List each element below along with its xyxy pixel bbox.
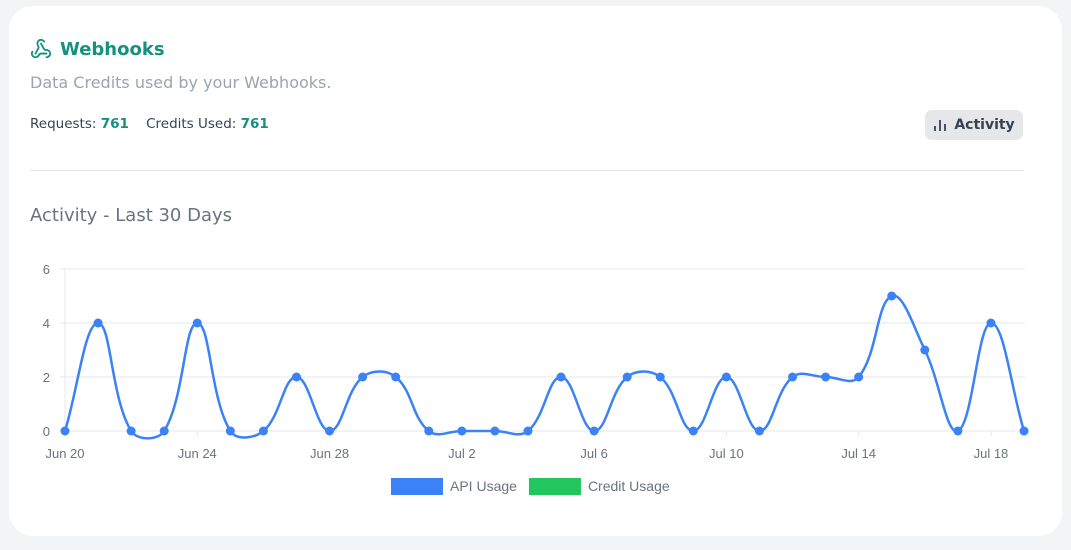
x-tick-label: Jul 18 (974, 446, 1009, 461)
data-point (225, 426, 235, 436)
data-point (854, 372, 864, 382)
legend-label: API Usage (450, 478, 517, 494)
data-point (391, 372, 401, 382)
data-point (358, 372, 368, 382)
y-tick-label: 4 (43, 316, 50, 331)
data-point (325, 426, 335, 436)
data-point (589, 426, 599, 436)
data-point (523, 426, 533, 436)
x-tick-label: Jul 6 (580, 446, 607, 461)
y-tick-label: 0 (43, 424, 50, 439)
data-point (754, 426, 764, 436)
data-point (920, 345, 930, 355)
data-point (887, 291, 897, 301)
x-tick-label: Jul 14 (841, 446, 876, 461)
data-point (953, 426, 963, 436)
y-tick-label: 2 (43, 370, 50, 385)
data-point (622, 372, 632, 382)
data-point (424, 426, 434, 436)
data-point (1019, 426, 1029, 436)
legend-label: Credit Usage (588, 478, 670, 494)
data-point (457, 426, 467, 436)
x-tick-label: Jul 2 (448, 446, 475, 461)
data-point (556, 372, 566, 382)
x-tick-label: Jun 24 (178, 446, 217, 461)
activity-chart: 0 2 4 6 Jun 20 Jun 24 Jun 28 Jul 2 Jul 6 Jul 10 Ju… (43, 262, 1029, 495)
data-point (60, 426, 70, 436)
legend-swatch (391, 478, 443, 495)
data-point (821, 372, 831, 382)
data-point (126, 426, 136, 436)
x-tick-label: Jun 20 (45, 446, 84, 461)
series-line (63, 294, 1026, 440)
data-point (93, 318, 103, 328)
data-point (655, 372, 665, 382)
data-point (291, 372, 301, 382)
data-point (688, 426, 698, 436)
data-point (788, 372, 798, 382)
legend-swatch (528, 478, 581, 495)
data-point (159, 426, 169, 436)
data-point (192, 318, 202, 328)
x-tick-label: Jul 10 (709, 446, 744, 461)
data-point (490, 426, 500, 436)
data-point (986, 318, 996, 328)
data-point (721, 372, 731, 382)
x-tick-label: Jun 28 (310, 446, 349, 461)
y-tick-label: 6 (43, 262, 50, 277)
data-point (258, 426, 268, 436)
